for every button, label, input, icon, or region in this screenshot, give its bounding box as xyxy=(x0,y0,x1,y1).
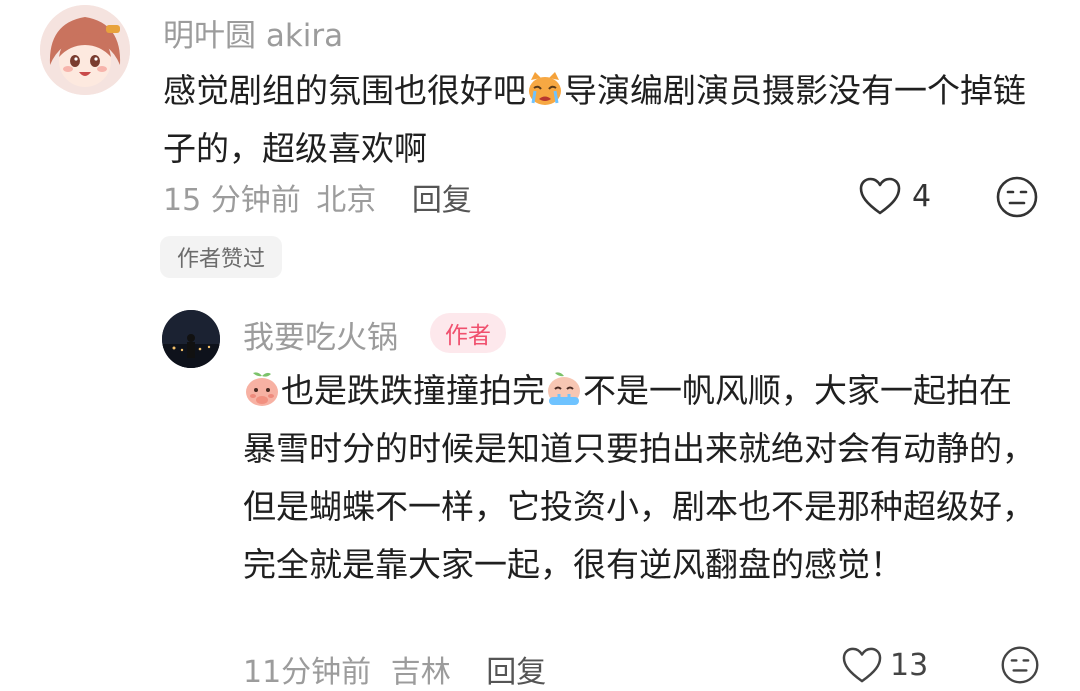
comment-text-part: 感觉剧组的氛围也很好吧 xyxy=(163,71,526,110)
dislike-button[interactable] xyxy=(1000,645,1040,685)
heart-icon xyxy=(842,647,882,683)
comment-meta: 11分钟前 吉林 回复 xyxy=(243,647,546,691)
dislike-button[interactable] xyxy=(995,175,1039,219)
comment-text: 感觉剧组的氛围也很好吧 导演编剧演员摄影没有一个掉链子的，超级喜欢啊 xyxy=(163,62,1043,178)
author-badge: 作者 xyxy=(430,313,506,353)
comment-meta: 15 分钟前 北京 回复 xyxy=(163,175,472,219)
avatar[interactable] xyxy=(40,5,130,95)
comment-username[interactable]: 我要吃火锅 xyxy=(243,312,398,357)
reply-button[interactable]: 回复 xyxy=(486,655,546,690)
comment-text-part: 也是跌跌撞撞拍完 xyxy=(281,371,545,410)
comment-location: 吉林 xyxy=(390,655,451,690)
author-liked-badge: 作者赞过 xyxy=(160,236,283,278)
night-city-avatar-image xyxy=(162,310,220,368)
heart-icon xyxy=(859,177,901,215)
comment-time: 11分钟前 xyxy=(243,655,372,690)
reply-button[interactable]: 回复 xyxy=(412,183,472,218)
comment-username[interactable]: 明叶圆 akira xyxy=(163,10,343,55)
peach-cry-icon xyxy=(545,368,583,406)
like-button[interactable]: 13 xyxy=(840,645,928,685)
neutral-face-icon xyxy=(1001,646,1039,684)
peach-shy-icon xyxy=(243,368,281,406)
like-count: 4 xyxy=(912,178,932,214)
neutral-face-icon xyxy=(996,176,1038,218)
like-button[interactable]: 4 xyxy=(858,175,931,217)
cat-crying-icon xyxy=(526,68,564,106)
comment-location: 北京 xyxy=(316,183,377,218)
like-count: 13 xyxy=(890,647,929,683)
comment-time: 15 分钟前 xyxy=(163,183,301,218)
comment-text: 也是跌跌撞撞拍完 不是一帆风顺，大家一起拍在暴雪时分的时候是知道只要拍出来就绝对… xyxy=(243,362,1043,594)
anime-avatar-image xyxy=(40,5,130,95)
avatar[interactable] xyxy=(162,310,220,368)
